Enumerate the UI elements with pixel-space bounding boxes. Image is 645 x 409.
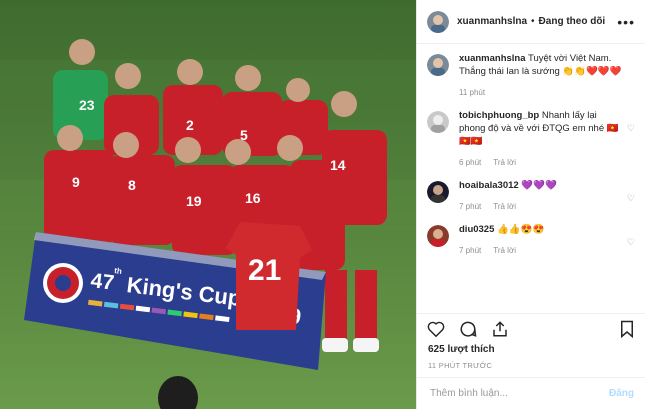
caption: xuanmanhslna Tuyệt vời Việt Nam. Thắng t… (427, 52, 635, 99)
post-header: xuanmanhslna • Đang theo dõi ••• (417, 0, 645, 44)
jersey-number-16: 16 (245, 190, 261, 206)
following-button[interactable]: Đang theo dõi (539, 16, 606, 27)
share-icon[interactable] (491, 320, 509, 338)
comments-list[interactable]: xuanmanhslna Tuyệt vời Việt Nam. Thắng t… (417, 52, 645, 304)
post-comment-button[interactable]: Đăng (609, 388, 634, 399)
comment-item: hoaibala3012 💜💜💜 7 phút Trả lời ♡ (427, 179, 635, 213)
more-options-icon[interactable]: ••• (617, 14, 635, 30)
team-photo-illustration: 23 2 5 9 8 19 16 14 47 th King's Cup 9 (0, 0, 416, 409)
avatar[interactable] (427, 54, 449, 76)
post-photo[interactable]: 23 2 5 9 8 19 16 14 47 th King's Cup 9 (0, 0, 416, 409)
comment-time[interactable]: 7 phút (459, 202, 481, 211)
jersey-number-23: 23 (79, 97, 95, 113)
caption-time[interactable]: 11 phút (459, 88, 485, 97)
banner-number: 47 (89, 269, 115, 295)
jersey-number-8: 8 (128, 177, 136, 193)
reply-button[interactable]: Trả lời (493, 158, 516, 167)
caption-username[interactable]: xuanmanhslna (459, 53, 526, 64)
post-sidebar: xuanmanhslna • Đang theo dõi ••• xuanman… (416, 0, 645, 409)
post-viewer: 23 2 5 9 8 19 16 14 47 th King's Cup 9 (0, 0, 645, 409)
post-timestamp[interactable]: 11 PHÚT TRƯỚC (428, 361, 492, 370)
jersey-number-5: 5 (240, 127, 248, 143)
like-comment-icon[interactable]: ♡ (627, 193, 635, 213)
comment-text: 💜💜💜 (521, 180, 557, 191)
jersey-number-9: 9 (72, 174, 80, 190)
comment-time[interactable]: 6 phút (459, 158, 481, 167)
comment-input[interactable] (428, 387, 609, 400)
comment-username[interactable]: hoaibala3012 (459, 180, 519, 191)
held-shirt-number: 21 (248, 254, 281, 287)
action-bar (417, 313, 645, 344)
avatar[interactable] (427, 111, 449, 133)
bookmark-icon[interactable] (619, 320, 635, 338)
comment-item: tobichphuong_bp Nhanh lấy lại phong độ v… (427, 109, 635, 169)
reply-button[interactable]: Trả lời (493, 246, 516, 255)
banner-suffix: th (114, 266, 123, 276)
comment-icon[interactable] (459, 320, 477, 338)
avatar[interactable] (427, 10, 449, 33)
avatar[interactable] (427, 181, 449, 203)
comment-item: diu0325 👍👍😍😍 7 phút Trả lời ♡ (427, 223, 635, 257)
comment-time[interactable]: 7 phút (459, 246, 481, 255)
reply-button[interactable]: Trả lời (493, 202, 516, 211)
like-comment-icon[interactable]: ♡ (627, 123, 635, 169)
like-comment-icon[interactable]: ♡ (627, 237, 635, 257)
jersey-number-19: 19 (186, 193, 202, 209)
comment-username[interactable]: tobichphuong_bp (459, 110, 539, 121)
jersey-number-2: 2 (186, 117, 194, 133)
add-comment-bar: Đăng (417, 377, 645, 409)
comment-text: 👍👍😍😍 (497, 224, 545, 235)
jersey-number-14: 14 (330, 157, 346, 173)
heart-icon[interactable] (427, 321, 445, 337)
avatar[interactable] (427, 225, 449, 247)
comment-username[interactable]: diu0325 (459, 224, 494, 235)
header-username[interactable]: xuanmanhslna (457, 16, 527, 27)
like-count[interactable]: 625 lượt thích (428, 344, 495, 355)
header-separator: • (531, 16, 535, 27)
